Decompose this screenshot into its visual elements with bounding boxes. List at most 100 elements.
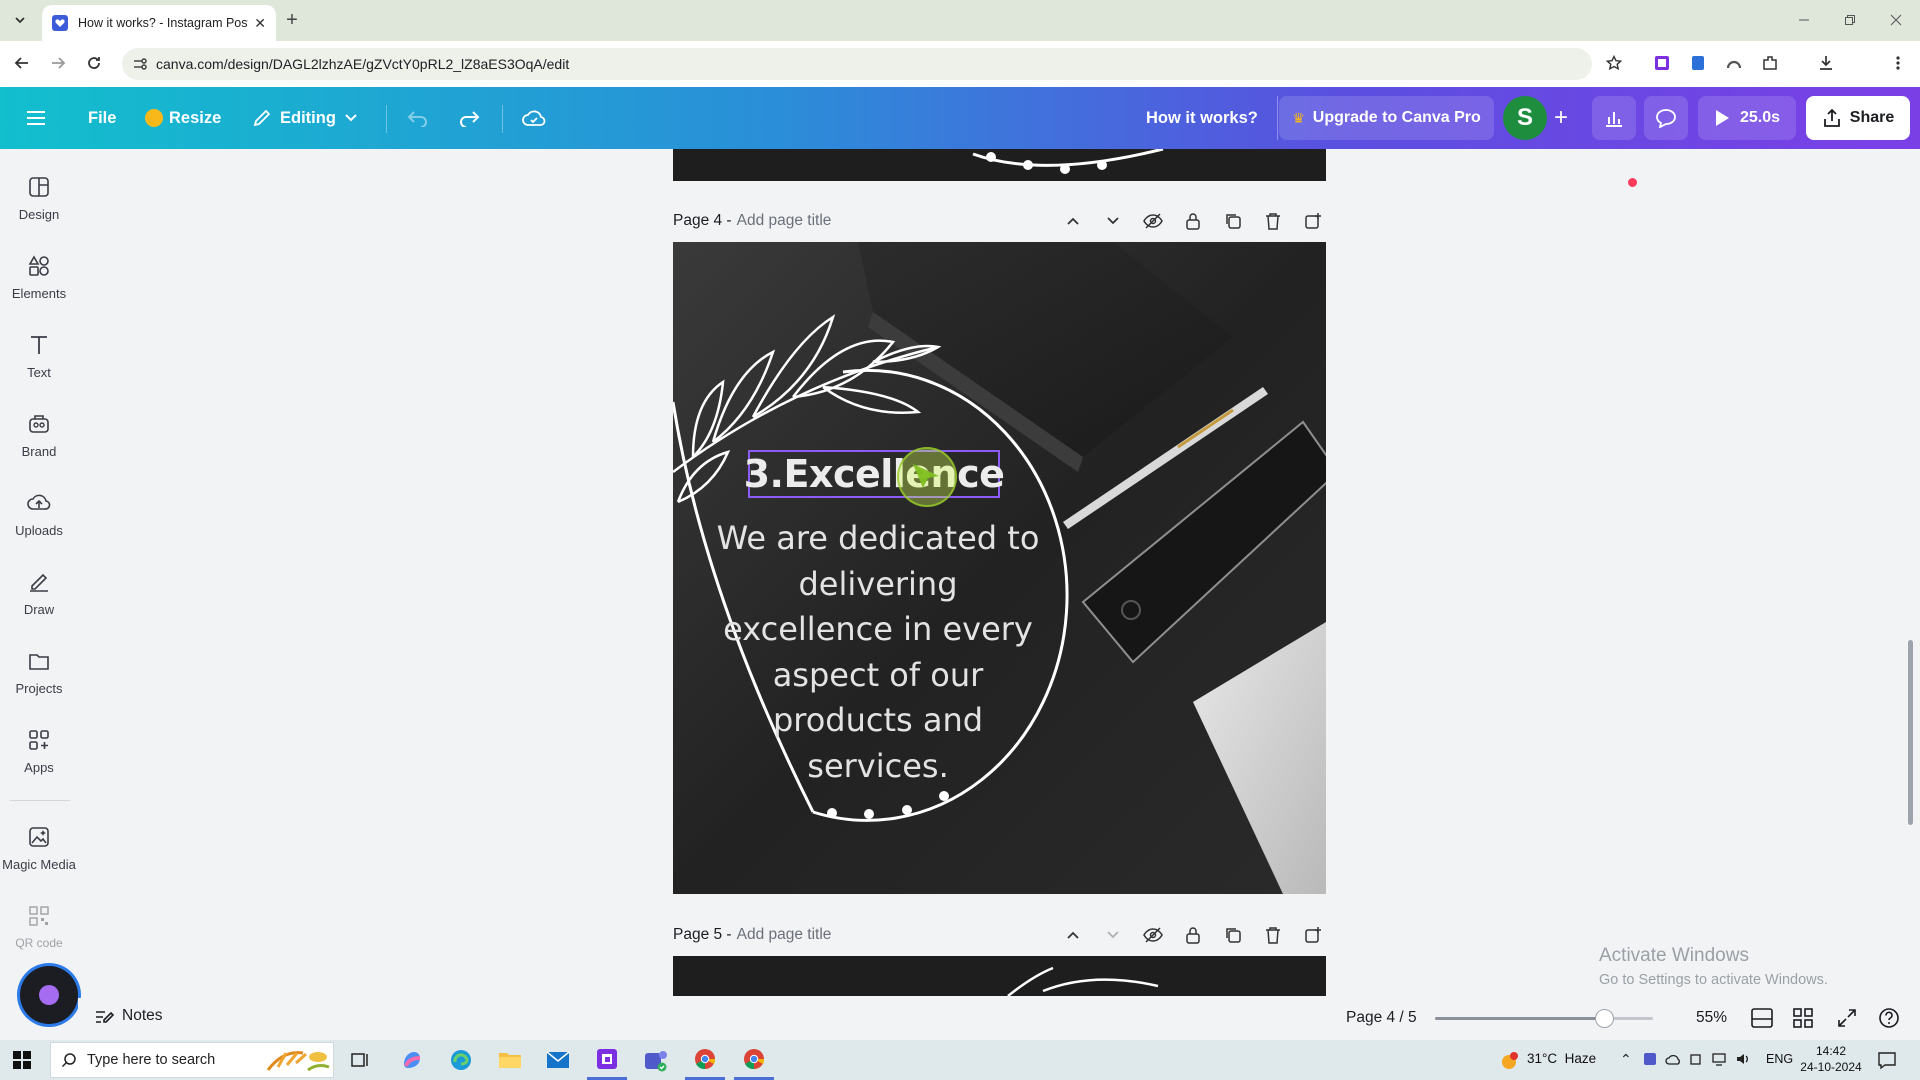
- restore-icon[interactable]: [1836, 6, 1864, 34]
- page-indicator[interactable]: Page 4 / 5: [1346, 1009, 1417, 1027]
- delete-page-icon[interactable]: [1260, 208, 1286, 234]
- move-page-down-icon[interactable]: [1100, 922, 1126, 948]
- zoom-slider-track[interactable]: [1435, 1009, 1653, 1028]
- page3-thumbnail-bottom[interactable]: [673, 149, 1326, 181]
- upgrade-pro-button[interactable]: ♛ Upgrade to Canva Pro: [1279, 96, 1494, 140]
- edge-icon[interactable]: [441, 1040, 481, 1080]
- site-info-icon[interactable]: [132, 56, 148, 72]
- hide-page-icon[interactable]: [1140, 208, 1166, 234]
- move-page-up-icon[interactable]: [1060, 208, 1086, 234]
- task-view-icon[interactable]: [340, 1040, 380, 1080]
- add-page-title-input[interactable]: Add page title: [737, 212, 832, 230]
- resize-button[interactable]: Resize: [145, 87, 221, 149]
- editing-mode-dropdown[interactable]: Editing: [252, 87, 358, 149]
- extension-arc-icon[interactable]: [1720, 49, 1748, 77]
- downloads-icon[interactable]: [1812, 49, 1840, 77]
- sidebar-item-draw[interactable]: Draw: [0, 568, 78, 617]
- browser-tab[interactable]: How it works? - Instagram Post ✕: [42, 5, 276, 41]
- tray-app-icon[interactable]: [1643, 1052, 1657, 1066]
- sidebar-item-qr-code[interactable]: QR code: [0, 902, 78, 950]
- language-indicator[interactable]: ENG: [1766, 1052, 1793, 1066]
- chrome-icon[interactable]: [685, 1040, 725, 1080]
- bookmark-star-icon[interactable]: [1600, 49, 1628, 77]
- share-button[interactable]: Share: [1806, 96, 1910, 140]
- copilot-icon[interactable]: [392, 1040, 432, 1080]
- volume-icon[interactable]: [1735, 1052, 1751, 1066]
- add-page-icon[interactable]: [1300, 922, 1326, 948]
- move-page-up-icon[interactable]: [1060, 922, 1086, 948]
- magic-assistant-button[interactable]: [20, 966, 78, 1024]
- duplicate-page-icon[interactable]: [1220, 922, 1246, 948]
- menu-icon[interactable]: [26, 87, 46, 149]
- chrome-profile-icon[interactable]: [734, 1040, 774, 1080]
- sidebar-item-brand[interactable]: Brand: [0, 410, 78, 459]
- slide-body-text[interactable]: We are dedicated to delivering excellenc…: [713, 516, 1043, 789]
- clock[interactable]: 14:42 24-10-2024: [1800, 1043, 1862, 1075]
- slide-heading[interactable]: 3.Excellence: [744, 450, 1005, 498]
- sidebar-item-elements[interactable]: Elements: [0, 252, 78, 301]
- battery-icon[interactable]: [1689, 1052, 1703, 1066]
- page5-thumbnail-top[interactable]: [673, 956, 1326, 996]
- duplicate-page-icon[interactable]: [1220, 208, 1246, 234]
- present-button[interactable]: 25.0s: [1698, 96, 1796, 140]
- reload-icon[interactable]: [80, 49, 108, 77]
- redo-icon[interactable]: [458, 87, 480, 149]
- extensions-puzzle-icon[interactable]: [1756, 49, 1784, 77]
- cloud-icon[interactable]: [1665, 1052, 1681, 1066]
- design-icon: [25, 173, 53, 201]
- uploads-icon: [25, 489, 53, 517]
- grid-view-icon[interactable]: [1792, 1007, 1814, 1029]
- hide-page-icon[interactable]: [1140, 922, 1166, 948]
- notification-center-icon[interactable]: [1877, 1050, 1897, 1070]
- comments-button[interactable]: [1644, 96, 1688, 140]
- add-collaborator-icon[interactable]: +: [1550, 87, 1572, 149]
- activate-windows-subtitle: Go to Settings to activate Windows.: [1599, 972, 1828, 988]
- fullscreen-icon[interactable]: [1836, 1007, 1858, 1029]
- insights-button[interactable]: [1592, 96, 1636, 140]
- page4-canvas[interactable]: 3.Excellence We are dedicated to deliver…: [673, 242, 1326, 894]
- weather-text[interactable]: 31°C Haze: [1527, 1051, 1596, 1066]
- canva-taskbar-icon[interactable]: [587, 1040, 627, 1080]
- tray-chevron-up-icon[interactable]: ⌃: [1620, 1051, 1632, 1068]
- tab-close-icon[interactable]: ✕: [254, 15, 266, 32]
- sidebar-item-apps[interactable]: Apps: [0, 726, 78, 775]
- forward-icon[interactable]: [44, 49, 72, 77]
- mail-icon[interactable]: [538, 1040, 578, 1080]
- add-page-title-input[interactable]: Add page title: [737, 926, 832, 944]
- move-page-down-icon[interactable]: [1100, 208, 1126, 234]
- windows-start-icon[interactable]: [2, 1040, 42, 1080]
- page-view-icon[interactable]: [1750, 1007, 1774, 1029]
- sidebar-item-text[interactable]: Text: [0, 331, 78, 380]
- user-avatar[interactable]: S: [1503, 96, 1547, 140]
- cloud-saved-icon[interactable]: [522, 87, 546, 149]
- zoom-percentage[interactable]: 55%: [1696, 1009, 1727, 1027]
- new-tab-icon[interactable]: +: [278, 6, 306, 34]
- back-icon[interactable]: [8, 49, 36, 77]
- file-menu[interactable]: File: [88, 87, 116, 149]
- tab-search-icon[interactable]: [6, 6, 34, 34]
- zoom-slider-handle[interactable]: [1595, 1009, 1614, 1028]
- vertical-scrollbar[interactable]: [1908, 640, 1913, 825]
- sidebar-item-magic-media[interactable]: Magic Media: [0, 823, 78, 872]
- minimize-icon[interactable]: [1790, 6, 1818, 34]
- notes-button[interactable]: Notes: [94, 1007, 163, 1025]
- extension-canva-icon[interactable]: [1648, 49, 1676, 77]
- network-icon[interactable]: [1711, 1052, 1727, 1066]
- sidebar-item-projects[interactable]: Projects: [0, 647, 78, 696]
- close-window-icon[interactable]: [1882, 6, 1910, 34]
- extension-doc-icon[interactable]: [1684, 49, 1712, 77]
- teams-icon[interactable]: [636, 1040, 676, 1080]
- undo-icon[interactable]: [407, 87, 429, 149]
- file-explorer-icon[interactable]: [490, 1040, 530, 1080]
- sidebar-item-design[interactable]: Design: [0, 173, 78, 222]
- taskbar-search-field[interactable]: Type here to search: [50, 1042, 334, 1078]
- add-page-icon[interactable]: [1300, 208, 1326, 234]
- url-field[interactable]: canva.com/design/DAGL2lzhzAE/gZVctY0pRL2…: [122, 48, 1592, 80]
- lock-page-icon[interactable]: [1180, 922, 1206, 948]
- sidebar-item-uploads[interactable]: Uploads: [0, 489, 78, 538]
- delete-page-icon[interactable]: [1260, 922, 1286, 948]
- chrome-menu-icon[interactable]: [1884, 49, 1912, 77]
- lock-page-icon[interactable]: [1180, 208, 1206, 234]
- design-title[interactable]: How it works?: [1146, 87, 1258, 149]
- help-icon[interactable]: [1878, 1007, 1900, 1029]
